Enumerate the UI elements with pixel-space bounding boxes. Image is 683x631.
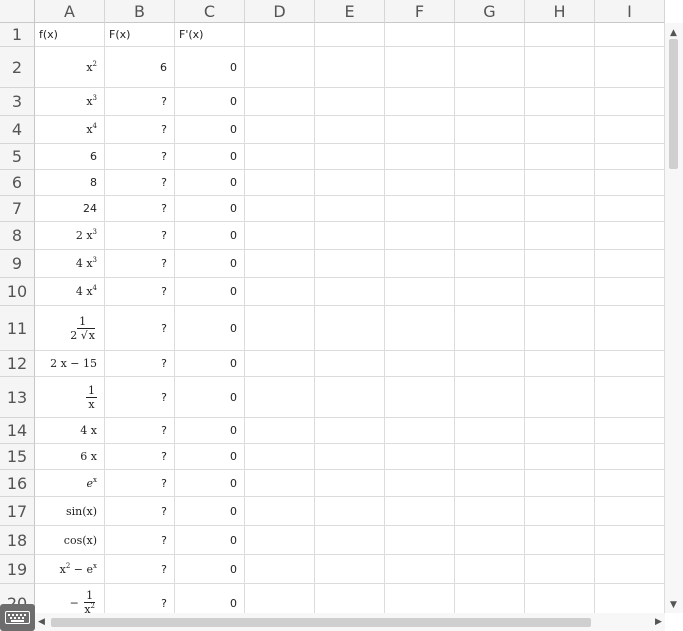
spreadsheet-grid: A B C D E F G H I 1 f(x) F(x) F'(x) 2 x2… <box>0 0 665 613</box>
empty-grid <box>245 23 665 613</box>
keyboard-icon <box>5 611 30 624</box>
horizontal-scrollbar[interactable] <box>35 613 665 631</box>
vertical-scroll-thumb[interactable] <box>669 39 678 169</box>
scroll-left-icon[interactable]: ◀ <box>38 617 45 627</box>
scroll-up-icon[interactable]: ▲ <box>670 28 677 38</box>
scroll-right-icon[interactable]: ▶ <box>655 617 662 627</box>
horizontal-scroll-thumb[interactable] <box>51 618 591 627</box>
vertical-scrollbar[interactable] <box>665 23 683 613</box>
keyboard-toggle-button[interactable] <box>0 604 35 631</box>
scroll-down-icon[interactable]: ▼ <box>670 600 677 610</box>
